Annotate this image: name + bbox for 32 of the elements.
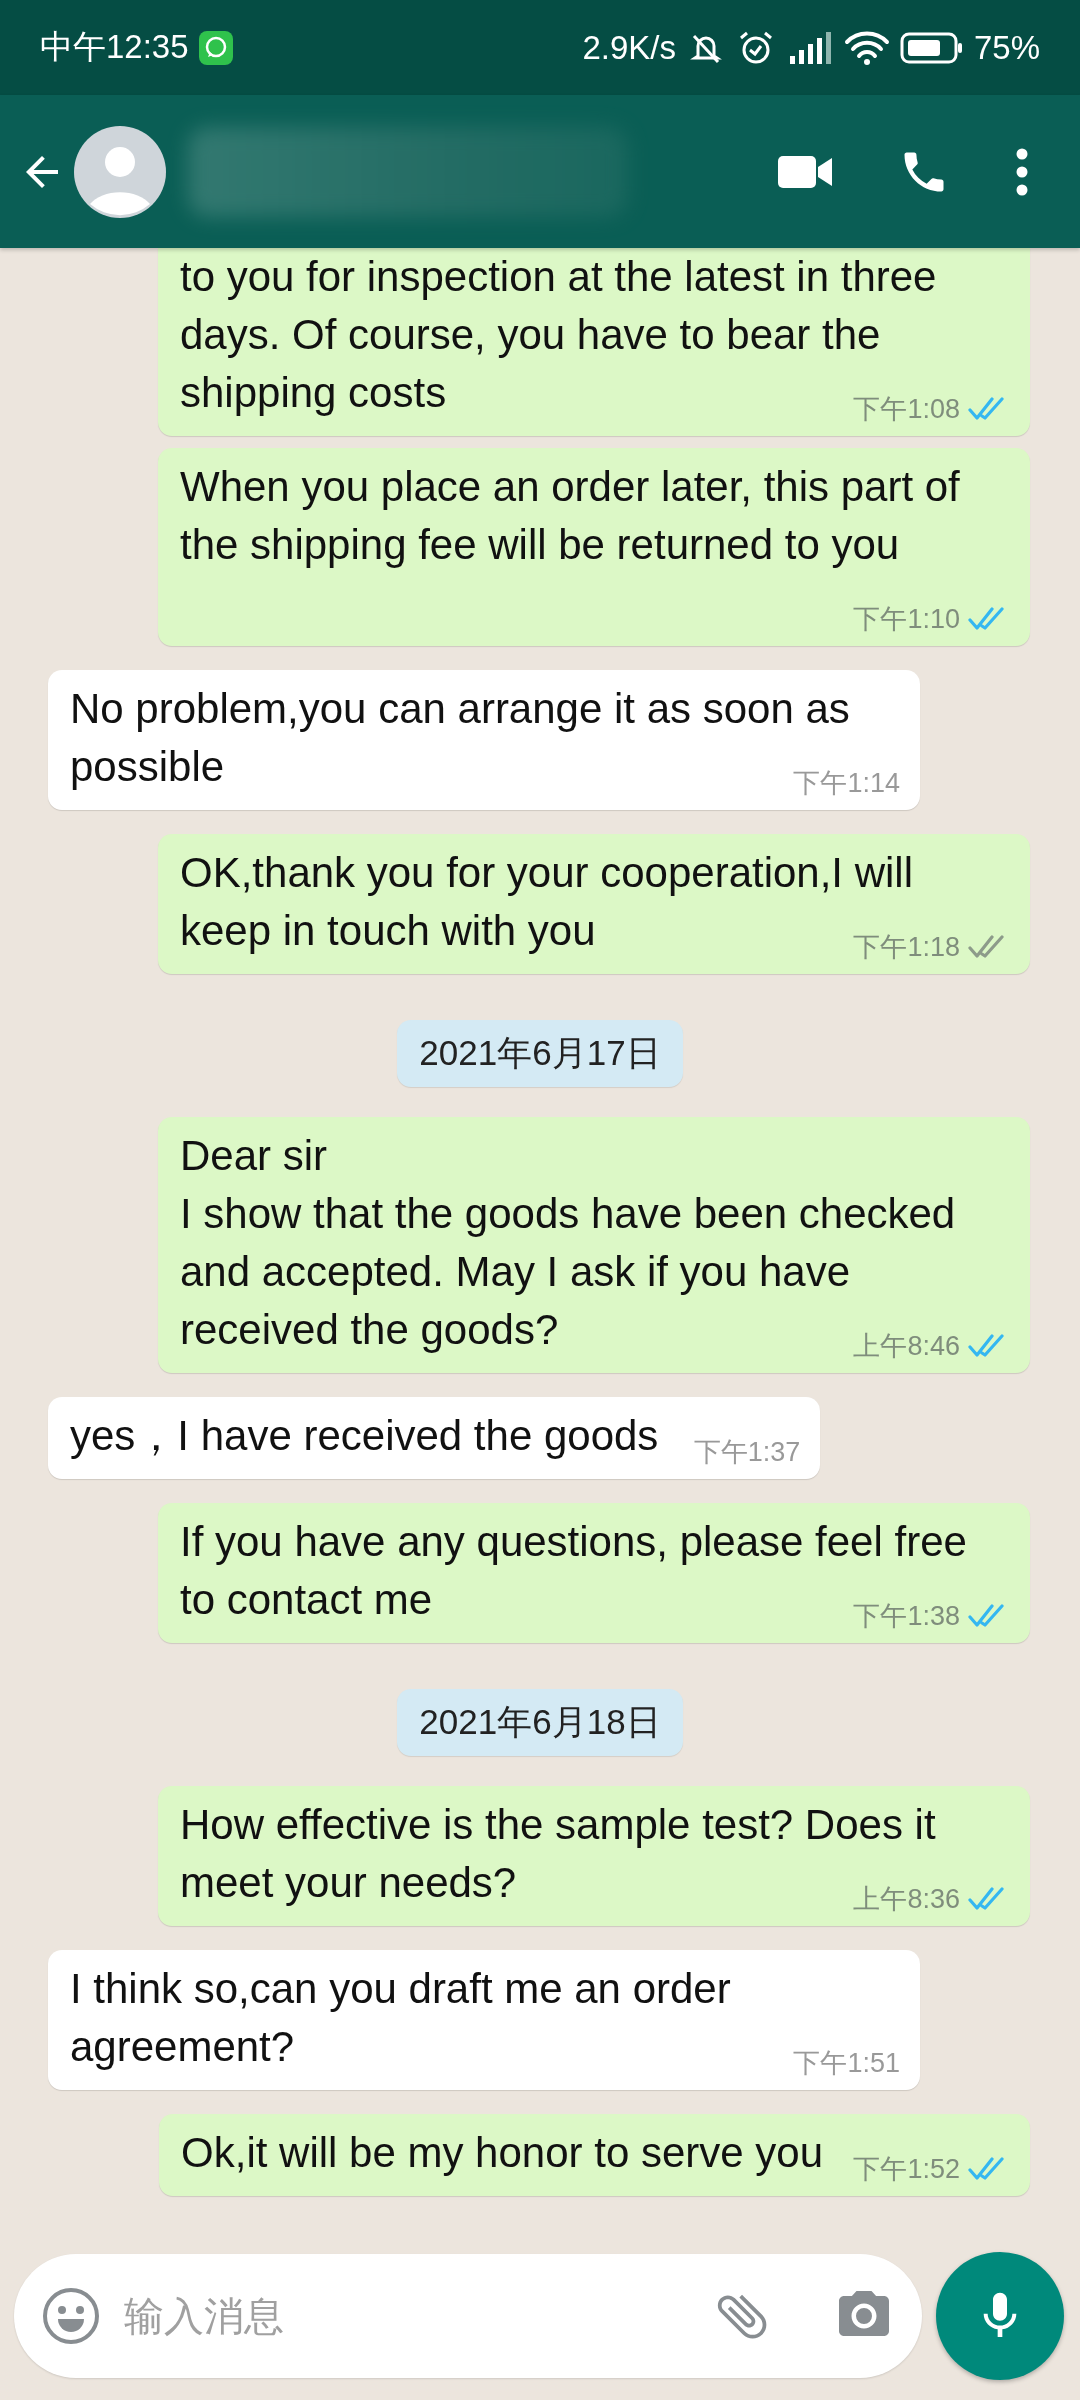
avatar-icon[interactable] — [74, 125, 166, 218]
sent-message-bubble: Dear sir I show that the goods have been checked and accepted. May I ask if you have received the goods? 上午8:46 — [158, 1117, 1030, 1373]
message-time: 下午1:10 — [853, 603, 960, 636]
battery-percent: 75% — [973, 28, 1040, 67]
sent-message-bubble: If you have any questions, please feel free to contact me 下午1:38 — [158, 1503, 1030, 1643]
sent-message-bubble: OK,thank you for your cooperation,I will keep in touch with you 下午1:18 — [158, 834, 1030, 974]
sent-message-bubble: How effective is the sample test? Does it meet your needs? 上午8:36 — [158, 1786, 1030, 1926]
received-message-bubble: yes，I have received the goods 下午1:37 — [48, 1397, 821, 1479]
message-time: 下午1:18 — [853, 931, 960, 964]
message-time: 下午1:51 — [793, 2047, 900, 2080]
battery-icon — [899, 30, 964, 65]
message-time: 下午1:14 — [793, 767, 900, 800]
network-speed: 2.9K/s — [582, 28, 676, 67]
date-chip: 2021年6月17日 — [397, 1020, 683, 1087]
clock-time: 中午12:35 — [40, 27, 189, 67]
message-input-field[interactable]: 输入消息 — [122, 2292, 690, 2340]
sent-message-bubble: Ok,it will be my honor to serve you 下午1:52 — [159, 2114, 1030, 2196]
received-message-bubble: No problem,you can arrange it as soon as possible 下午1:14 — [48, 670, 920, 810]
emoji-icon[interactable] — [42, 2287, 100, 2345]
message-time: 下午1:52 — [853, 2153, 960, 2186]
date-chip: 2021年6月18日 — [397, 1689, 683, 1756]
received-message-bubble: I think so,can you draft me an order agreement? 下午1:51 — [48, 1950, 920, 2090]
message-time: 上午8:46 — [853, 1330, 960, 1363]
menu-icon — [1015, 147, 1029, 196]
video-camera-icon — [778, 153, 834, 190]
message-time: 上午8:36 — [853, 1883, 960, 1916]
message-time: 下午1:08 — [853, 393, 960, 426]
sent-message-bubble: When you place an order later, this part of the shipping fee will be returned to you 下午1:10 — [158, 448, 1030, 646]
chat-app-icon — [198, 30, 233, 65]
message-time: 下午1:38 — [853, 1600, 960, 1633]
sent-message-bubble: to you for inspection at the latest in three days. Of course, you have to bear the shipping costs 下午1:08 — [158, 248, 1030, 436]
message-time: 下午1:37 — [693, 1436, 801, 1469]
